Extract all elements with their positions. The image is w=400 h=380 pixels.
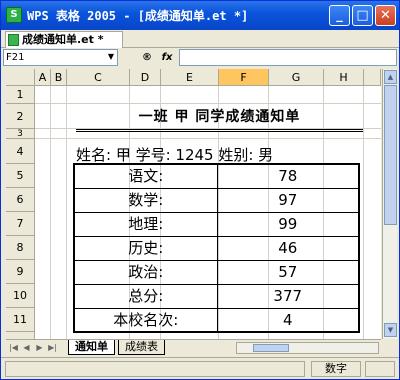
select-all-corner[interactable]	[6, 69, 35, 86]
subject-label[interactable]: 政治:	[73, 259, 218, 285]
horizontal-scroll-thumb[interactable]	[253, 344, 289, 352]
subject-label[interactable]: 历史:	[73, 235, 218, 261]
minimize-button[interactable]: _	[329, 5, 350, 26]
status-num-mode: 数字	[311, 361, 361, 377]
window-title: WPS 表格 2005 - [成绩通知单.et *]	[27, 9, 249, 23]
status-message	[5, 361, 305, 377]
grades-table: 语文: 78 数学: 97 地理: 99 历史: 46 政治: 57 总分: 377 本校名次: 4	[73, 163, 360, 333]
sheet-tab-bar: |◀ ◀ ▶ ▶| 通知单 成绩表	[6, 339, 381, 355]
gridline	[363, 86, 364, 339]
grade-row: 本校名次: 4	[73, 307, 360, 333]
subject-score[interactable]: 99	[216, 211, 360, 237]
student-info-line[interactable]: 姓名: 甲 学号: 1245 姓别: 男	[76, 144, 376, 164]
formula-input[interactable]	[179, 49, 397, 66]
subject-label[interactable]: 语文:	[73, 163, 218, 189]
row-header-11[interactable]: 11	[6, 308, 35, 332]
column-header-a[interactable]: A	[35, 69, 51, 86]
row-header-9[interactable]: 9	[6, 260, 35, 284]
subject-label[interactable]: 数学:	[73, 187, 218, 213]
gridline	[35, 138, 381, 139]
sheet-tab-grades[interactable]: 成绩表	[118, 340, 165, 355]
horizontal-scrollbar[interactable]	[236, 342, 379, 354]
gridline	[50, 86, 51, 339]
subject-label[interactable]: 地理:	[73, 211, 218, 237]
last-sheet-icon[interactable]: ▶|	[47, 342, 58, 354]
subject-label[interactable]: 总分:	[73, 283, 218, 309]
sheet-tab-notice[interactable]: 通知单	[68, 340, 115, 355]
column-header-h[interactable]: H	[324, 69, 364, 86]
column-header-d[interactable]: D	[130, 69, 161, 86]
row-header-5[interactable]: 5	[6, 164, 35, 188]
subject-score[interactable]: 97	[216, 187, 360, 213]
column-header-e[interactable]: E	[161, 69, 219, 86]
report-title[interactable]: 一班 甲 同学成绩通知单	[76, 106, 363, 128]
status-extra	[365, 361, 395, 377]
document-tab-bar: 成绩通知单.et *	[1, 30, 399, 48]
row-header-8[interactable]: 8	[6, 236, 35, 260]
title-bar[interactable]: S WPS 表格 2005 - [成绩通知单.et *] _ □ ✕	[1, 1, 399, 30]
scroll-up-button[interactable]: ▲	[384, 70, 397, 84]
scroll-down-button[interactable]: ▼	[384, 323, 397, 337]
gridline	[35, 103, 381, 104]
row-header-2[interactable]: 2	[6, 104, 35, 129]
subject-label[interactable]: 本校名次:	[73, 307, 218, 333]
row-header-7[interactable]: 7	[6, 212, 35, 236]
document-tab-label: 成绩通知单.et *	[22, 33, 104, 46]
name-box[interactable]: F21	[3, 49, 118, 66]
app-window: S WPS 表格 2005 - [成绩通知单.et *] _ □ ✕ 成绩通知单…	[0, 0, 400, 380]
vertical-scroll-thumb[interactable]	[384, 85, 397, 225]
next-sheet-icon[interactable]: ▶	[34, 342, 45, 354]
status-bar: 数字	[1, 357, 399, 379]
column-header-next[interactable]	[364, 69, 381, 86]
subject-score[interactable]: 4	[216, 307, 360, 333]
column-header-g[interactable]: G	[269, 69, 324, 86]
subject-score[interactable]: 377	[216, 283, 360, 309]
spreadsheet-file-icon	[8, 34, 19, 46]
first-sheet-icon[interactable]: |◀	[8, 342, 19, 354]
title-double-underline	[76, 129, 363, 132]
grade-row: 地理: 99	[73, 211, 360, 237]
column-header-b[interactable]: B	[51, 69, 67, 86]
gridline	[66, 86, 67, 339]
grade-row: 历史: 46	[73, 235, 360, 261]
insert-function-icon[interactable]: fx	[159, 50, 175, 65]
grade-row: 数学: 97	[73, 187, 360, 213]
prev-sheet-icon[interactable]: ◀	[21, 342, 32, 354]
vertical-scrollbar[interactable]: ▲ ▼	[382, 69, 397, 339]
grade-row: 总分: 377	[73, 283, 360, 309]
row-header-6[interactable]: 6	[6, 188, 35, 212]
spreadsheet-grid[interactable]: A B C D E F G H 1 2 3 4 5 6 7 8 9 10 11 …	[6, 69, 381, 339]
column-header-f[interactable]: F	[219, 69, 269, 86]
cancel-formula-icon[interactable]: ®	[139, 50, 155, 65]
subject-score[interactable]: 46	[216, 235, 360, 261]
close-button[interactable]: ✕	[375, 5, 396, 26]
subject-score[interactable]: 57	[216, 259, 360, 285]
maximize-button[interactable]: □	[352, 5, 373, 26]
name-box-value: F21	[6, 52, 25, 63]
subject-score[interactable]: 78	[216, 163, 360, 189]
row-header-3[interactable]: 3	[6, 129, 35, 139]
formula-bar: F21 ▼ ® fx	[1, 48, 399, 67]
wps-app-icon[interactable]: S	[6, 7, 22, 23]
grade-row: 政治: 57	[73, 259, 360, 285]
chevron-down-icon[interactable]: ▼	[105, 50, 117, 63]
row-header-10[interactable]: 10	[6, 284, 35, 308]
row-header-1[interactable]: 1	[6, 86, 35, 104]
document-tab[interactable]: 成绩通知单.et *	[5, 31, 123, 48]
grade-row: 语文: 78	[73, 163, 360, 189]
row-header-12[interactable]	[6, 332, 35, 339]
row-header-4[interactable]: 4	[6, 139, 35, 164]
column-header-c[interactable]: C	[67, 69, 130, 86]
